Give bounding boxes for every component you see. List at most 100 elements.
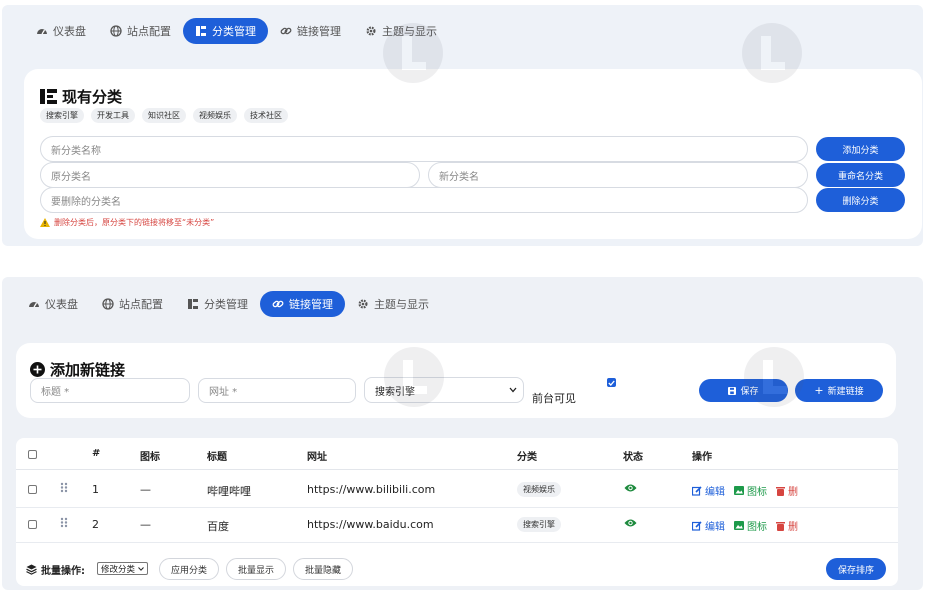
visible-label: 前台可见 <box>532 392 576 405</box>
category-management-panel: 仪表盘 站点配置 分类管理 链接管理 主题与显示 现有分类 搜索引擎 开发工具 … <box>2 5 923 246</box>
links-table: # 图标 标题 网址 分类 状态 操作 1 — 哔哩哔哩 https://www… <box>16 438 898 586</box>
drag-handle-icon[interactable] <box>60 517 68 528</box>
trash-icon <box>776 486 785 496</box>
image-icon <box>734 486 744 495</box>
warning-icon <box>40 218 50 227</box>
new-link-button[interactable]: + 新建链接 <box>795 379 883 402</box>
category-chip: 知识社区 <box>142 108 186 123</box>
edit-icon <box>692 520 702 531</box>
icon-button[interactable]: 图标 <box>734 518 767 533</box>
save-icon <box>728 386 737 395</box>
categories-title: 现有分类 <box>40 86 122 107</box>
row-divider <box>16 507 898 508</box>
tab-site-config[interactable]: 站点配置 <box>98 18 183 44</box>
batch-hide-button[interactable]: 批量隐藏 <box>293 558 353 580</box>
plus-icon: + <box>814 384 824 397</box>
tab-site-config[interactable]: 站点配置 <box>90 291 175 317</box>
image-icon <box>734 521 744 530</box>
row-checkbox[interactable] <box>28 485 37 494</box>
add-link-title: 添加新链接 <box>30 359 125 380</box>
sitemap-icon <box>187 298 199 310</box>
icon-button[interactable]: 图标 <box>734 483 767 498</box>
link-icon <box>272 298 284 310</box>
row-icon: — <box>140 483 151 496</box>
save-link-button[interactable]: 保存 <box>699 379 788 402</box>
row-url: https://www.bilibili.com <box>307 483 436 496</box>
gear-icon <box>365 25 377 37</box>
delete-button[interactable]: 删 <box>776 483 798 498</box>
tab-category-management[interactable]: 分类管理 <box>175 291 260 317</box>
new-category-name-input[interactable]: 新分类名 <box>428 162 808 188</box>
trash-icon <box>776 521 785 531</box>
row-category: 搜索引擎 <box>517 517 561 532</box>
tab-dashboard[interactable]: 仪表盘 <box>16 291 90 317</box>
batch-show-button[interactable]: 批量显示 <box>226 558 286 580</box>
tab-category-management[interactable]: 分类管理 <box>183 18 268 44</box>
apply-category-button[interactable]: 应用分类 <box>159 558 219 580</box>
top-tab-bar: 仪表盘 站点配置 分类管理 链接管理 主题与显示 <box>24 18 449 44</box>
category-chip: 视频娱乐 <box>193 108 237 123</box>
column-header-number: # <box>92 448 101 459</box>
link-title-input[interactable]: 标题 * <box>30 378 190 403</box>
old-category-name-input[interactable]: 原分类名 <box>40 162 420 188</box>
edit-button[interactable]: 编辑 <box>692 518 725 533</box>
row-actions: 编辑 图标 删 <box>692 483 807 498</box>
delete-category-input[interactable]: 要删除的分类名 <box>40 187 808 213</box>
sitemap-icon <box>40 89 57 104</box>
layers-icon <box>26 564 37 575</box>
delete-warning: 删除分类后，原分类下的链接将移至“未分类” <box>40 217 214 228</box>
select-all-checkbox[interactable] <box>28 450 37 459</box>
categories-card: 现有分类 搜索引擎 开发工具 知识社区 视频娱乐 技术社区 新分类名称 添加分类… <box>24 69 922 239</box>
tab-dashboard[interactable]: 仪表盘 <box>24 18 98 44</box>
sitemap-icon <box>195 25 207 37</box>
save-order-button[interactable]: 保存排序 <box>826 558 886 580</box>
link-management-panel: 仪表盘 站点配置 分类管理 链接管理 主题与显示 添加新链接 标题 * 网址 *… <box>2 277 923 590</box>
tab-link-management[interactable]: 链接管理 <box>260 291 345 317</box>
bottom-tab-bar: 仪表盘 站点配置 分类管理 链接管理 主题与显示 <box>16 291 441 317</box>
batch-category-select[interactable]: 修改分类 <box>97 562 149 575</box>
column-header-icon: 图标 <box>140 452 160 463</box>
chevron-down-icon <box>509 385 517 396</box>
category-badge: 视频娱乐 <box>517 482 561 497</box>
drag-handle-icon[interactable] <box>60 482 68 493</box>
row-url: https://www.baidu.com <box>307 518 434 531</box>
edit-icon <box>692 485 702 496</box>
row-icon: — <box>140 518 151 531</box>
category-chip-list: 搜索引擎 开发工具 知识社区 视频娱乐 技术社区 <box>40 108 295 123</box>
column-header-title: 标题 <box>207 452 227 463</box>
add-link-card: 添加新链接 标题 * 网址 * 搜索引擎 前台可见 保存 + 新建链接 <box>16 343 896 418</box>
column-header-actions: 操作 <box>692 452 712 463</box>
link-category-select[interactable]: 搜索引擎 <box>364 377 524 403</box>
edit-button[interactable]: 编辑 <box>692 483 725 498</box>
column-header-category: 分类 <box>517 452 537 463</box>
visible-checkbox[interactable] <box>607 378 616 387</box>
category-chip: 开发工具 <box>91 108 135 123</box>
tab-link-management[interactable]: 链接管理 <box>268 18 353 44</box>
dashboard-icon <box>36 25 48 37</box>
column-header-status: 状态 <box>623 452 643 463</box>
plus-circle-icon <box>30 362 45 377</box>
row-checkbox[interactable] <box>28 520 37 529</box>
link-url-input[interactable]: 网址 * <box>198 378 356 403</box>
delete-button[interactable]: 删 <box>776 518 798 533</box>
row-number: 1 <box>92 483 99 496</box>
row-title: 哔哩哔哩 <box>207 485 251 498</box>
globe-icon <box>102 298 114 310</box>
batch-operations-label: 批量操作: <box>26 562 85 577</box>
row-divider <box>16 542 898 543</box>
new-category-input[interactable]: 新分类名称 <box>40 136 808 162</box>
visible-eye-icon[interactable] <box>624 518 637 528</box>
row-number: 2 <box>92 518 99 531</box>
category-chip: 搜索引擎 <box>40 108 84 123</box>
chevron-down-icon <box>138 566 144 571</box>
tab-theme-display[interactable]: 主题与显示 <box>353 18 449 44</box>
add-category-button[interactable]: 添加分类 <box>816 137 905 161</box>
tab-theme-display[interactable]: 主题与显示 <box>345 291 441 317</box>
row-actions: 编辑 图标 删 <box>692 518 807 533</box>
delete-category-button[interactable]: 删除分类 <box>816 188 905 212</box>
globe-icon <box>110 25 122 37</box>
rename-category-button[interactable]: 重命名分类 <box>816 163 905 187</box>
visible-eye-icon[interactable] <box>624 483 637 493</box>
category-chip: 技术社区 <box>244 108 288 123</box>
category-badge: 搜索引擎 <box>517 517 561 532</box>
